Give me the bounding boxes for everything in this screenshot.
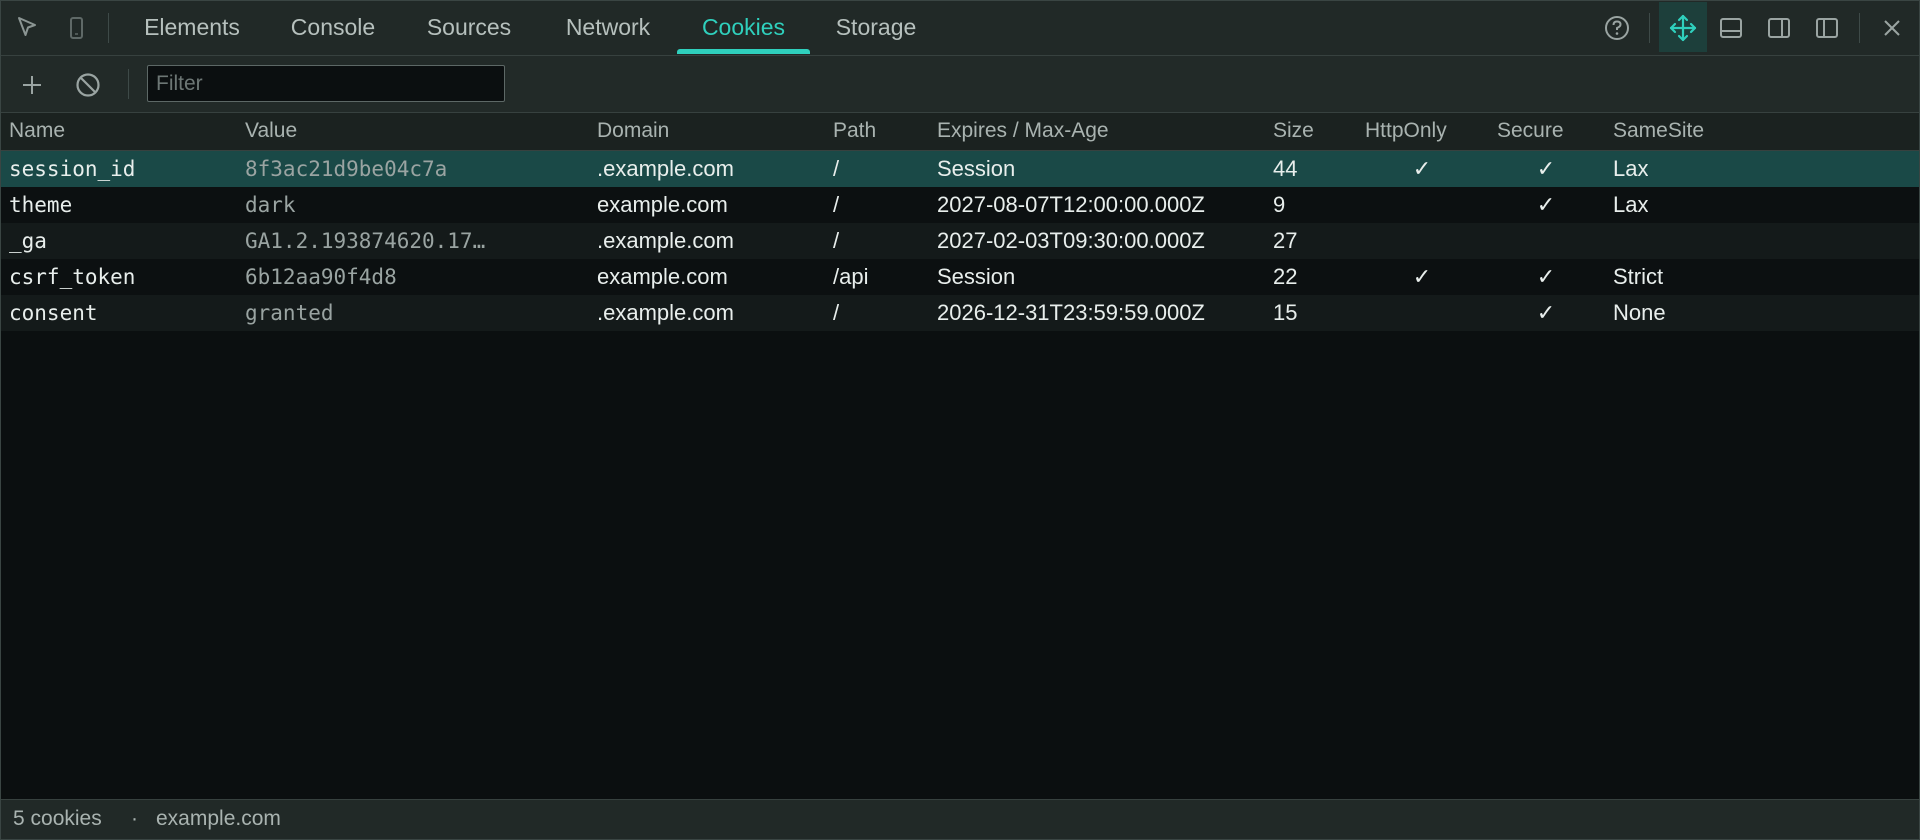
cookie-path: /api [833,264,869,289]
move-icon[interactable] [1668,13,1698,43]
column-header-httponly[interactable]: HttpOnly [1365,113,1447,148]
column-header-expires[interactable]: Expires / Max-Age [937,113,1109,148]
table-row[interactable]: consent granted .example.com / 2026-12-3… [1,295,1919,331]
cookie-domain: .example.com [597,156,734,181]
divider [108,13,109,43]
cookie-samesite: Lax [1613,156,1649,181]
cookie-path: / [833,156,840,181]
help-icon[interactable] [1602,13,1632,43]
close-icon[interactable] [1877,13,1907,43]
cookie-value: 8f3ac21d9be04c7a [245,157,448,181]
cookie-secure: ✓ [1536,264,1556,289]
cookie-size: 15 [1273,300,1298,325]
table-row[interactable]: _ga GA1.2.193874620.17… .example.com / 2… [1,223,1919,259]
cookie-httponly: ✓ [1412,264,1432,289]
cookie-path: / [833,192,840,217]
devtools-window: Elements Console Sources Network Cookies… [0,0,1920,840]
column-header-secure[interactable]: Secure [1497,113,1564,148]
column-header-name[interactable]: Name [9,113,65,148]
cookie-samesite: None [1613,300,1666,325]
cookie-domain: example.com [597,264,728,289]
status-bar: 5 cookies · example.com [1,799,1919,839]
cookie-domain: .example.com [597,228,734,253]
device-toolbar-icon[interactable] [61,13,91,43]
column-header-path[interactable]: Path [833,113,876,148]
cookie-value: dark [245,193,296,217]
cookie-expires: 2026-12-31T23:59:59.000Z [937,300,1205,325]
dock-left-icon[interactable] [1812,13,1842,43]
cookie-path: / [833,300,840,325]
divider [1649,13,1650,43]
tab-network[interactable]: Network [549,1,667,55]
cookie-size: 9 [1273,192,1286,217]
tab-elements[interactable]: Elements [121,1,263,55]
status-separator: · [131,807,138,830]
divider [1859,13,1860,43]
status-domain: example.com [156,807,281,830]
cookie-samesite: Lax [1613,192,1649,217]
cookie-name: _ga [9,229,47,253]
column-header-value[interactable]: Value [245,113,297,148]
cookie-count: 5 cookies [13,807,102,830]
tab-console[interactable]: Console [275,1,391,55]
cookie-value: 6b12aa90f4d8 [245,265,397,289]
tab-storage[interactable]: Storage [821,1,931,55]
tab-cookies[interactable]: Cookies [677,1,810,55]
column-header-size[interactable]: Size [1273,113,1314,148]
active-tab-indicator [677,49,810,54]
cookie-domain: .example.com [597,300,734,325]
dock-bottom-icon[interactable] [1716,13,1746,43]
dock-right-icon[interactable] [1764,13,1794,43]
cookie-secure: ✓ [1536,300,1556,325]
cookie-name: session_id [9,157,136,181]
cookie-size: 44 [1273,156,1298,181]
add-icon[interactable] [15,68,49,102]
cookie-expires: Session [937,156,1016,181]
table-row[interactable]: theme dark example.com / 2027-08-07T12:0… [1,187,1919,223]
cookie-expires: 2027-08-07T12:00:00.000Z [937,192,1205,217]
cookie-secure: ✓ [1536,192,1556,217]
cookie-expires: 2027-02-03T09:30:00.000Z [937,228,1205,253]
tab-bar: Elements Console Sources Network Cookies… [1,1,1919,56]
column-header-domain[interactable]: Domain [597,113,669,148]
cookie-value: GA1.2.193874620.17… [245,229,486,253]
cookie-samesite: Strict [1613,264,1664,289]
cookie-name: consent [9,301,98,325]
column-header-samesite[interactable]: SameSite [1613,113,1704,148]
cookie-path: / [833,228,840,253]
table-row[interactable]: csrf_token 6b12aa90f4d8 example.com /api… [1,259,1919,295]
divider [128,69,129,99]
tab-sources[interactable]: Sources [407,1,531,55]
table-row[interactable]: session_id 8f3ac21d9be04c7a .example.com… [1,151,1919,187]
cookie-secure: ✓ [1536,156,1556,181]
filter-input[interactable] [147,65,505,102]
cookie-size: 27 [1273,228,1298,253]
cookie-value: granted [245,301,334,325]
cookie-httponly: ✓ [1412,156,1432,181]
cookie-size: 22 [1273,264,1298,289]
cookie-domain: example.com [597,192,728,217]
table-header: Name Value Domain Path Expires / Max-Age… [1,113,1919,151]
cookie-name: theme [9,193,73,217]
inspect-cursor-icon[interactable] [13,13,43,43]
cookie-name: csrf_token [9,265,136,289]
clear-icon[interactable] [71,68,105,102]
cookies-toolbar [1,56,1919,113]
cookie-expires: Session [937,264,1016,289]
